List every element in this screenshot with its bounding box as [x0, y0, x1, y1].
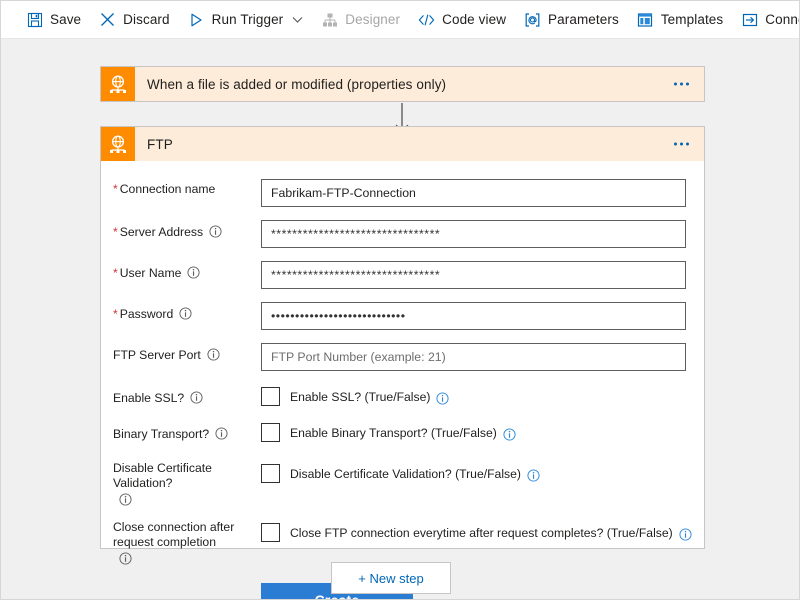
ftp-globe-icon — [101, 67, 135, 101]
new-step-label: + New step — [358, 571, 423, 586]
form-row-enable-ssl: Enable SSL? — [101, 386, 704, 406]
parameters-at-icon — [524, 11, 541, 28]
form-row-ftp-server-port: FTP Server Port — [101, 343, 704, 371]
toolbar-parameters-button[interactable]: Parameters — [515, 2, 628, 38]
toolbar-connectors-label: Connectors — [765, 12, 800, 27]
designer-sitemap-icon — [321, 11, 338, 28]
close-connection-checkbox-label: Close FTP connection everytime after req… — [290, 526, 692, 540]
user-name-input[interactable] — [261, 261, 686, 289]
ftp-card-header[interactable]: FTP — [101, 127, 704, 161]
binary-transport-checkbox-label: Enable Binary Transport? (True/False) — [290, 426, 516, 440]
toolbar-run-trigger-button[interactable]: Run Trigger — [179, 2, 313, 38]
required-asterisk: * — [113, 307, 118, 322]
toolbar-discard-label: Discard — [123, 12, 169, 27]
enable-ssl-checkbox-label: Enable SSL? (True/False) — [290, 390, 449, 404]
ftp-globe-icon — [101, 127, 135, 161]
toolbar-templates-button[interactable]: Templates — [628, 2, 732, 38]
form-row-connection-name: * Connection name — [101, 179, 704, 207]
run-trigger-play-icon — [188, 11, 205, 28]
toolbar-parameters-label: Parameters — [548, 12, 619, 27]
connection-name-input[interactable] — [261, 179, 686, 207]
label-ftp-server-port: FTP Server Port — [113, 343, 261, 363]
trigger-card-ellipsis-icon[interactable] — [671, 77, 692, 92]
logic-app-designer-window: Save Discard Run Trigger — [0, 0, 800, 600]
toolbar-connectors-button[interactable]: Connectors — [732, 2, 800, 38]
label-enable-ssl: Enable SSL? — [113, 386, 261, 406]
code-view-icon — [418, 11, 435, 28]
info-icon[interactable] — [119, 493, 132, 506]
connectors-arrow-icon — [741, 11, 758, 28]
form-row-user-name: * User Name — [101, 261, 704, 289]
toolbar-designer-label: Designer — [345, 12, 400, 27]
trigger-card-header[interactable]: When a file is added or modified (proper… — [101, 67, 704, 101]
label-binary-transport: Binary Transport? — [113, 422, 261, 442]
label-password: * Password — [113, 302, 261, 322]
trigger-card-title: When a file is added or modified (proper… — [147, 77, 446, 92]
toolbar-code-view-button[interactable]: Code view — [409, 2, 515, 38]
required-asterisk: * — [113, 182, 118, 197]
enable-ssl-checkbox[interactable] — [261, 387, 280, 406]
info-icon[interactable] — [119, 552, 132, 565]
ftp-connection-form: * Connection name * Server Address — [101, 179, 704, 600]
toolbar-run-trigger-label: Run Trigger — [212, 12, 284, 27]
required-asterisk: * — [113, 266, 118, 281]
info-icon[interactable] — [503, 428, 516, 441]
info-icon[interactable] — [187, 266, 200, 279]
form-row-server-address: * Server Address — [101, 220, 704, 248]
form-row-password: * Password — [101, 302, 704, 330]
ftp-card-title: FTP — [147, 137, 173, 152]
ftp-server-port-input[interactable] — [261, 343, 686, 371]
close-connection-checkbox[interactable] — [261, 523, 280, 542]
ftp-card-ellipsis-icon[interactable] — [671, 137, 692, 152]
info-icon[interactable] — [190, 391, 203, 404]
toolbar-save-label: Save — [50, 12, 81, 27]
trigger-card[interactable]: When a file is added or modified (proper… — [100, 66, 705, 102]
label-user-name: * User Name — [113, 261, 261, 281]
checkbox-row-close-connection: Close FTP connection everytime after req… — [261, 517, 692, 542]
chevron-down-icon[interactable] — [291, 14, 303, 26]
info-icon[interactable] — [179, 307, 192, 320]
new-step-button[interactable]: + New step — [331, 562, 451, 594]
label-connection-name: * Connection name — [113, 179, 261, 197]
form-row-close-connection: Close connection after request completio… — [101, 517, 704, 563]
disable-cert-validation-checkbox[interactable] — [261, 464, 280, 483]
info-icon[interactable] — [209, 225, 222, 238]
templates-layout-icon — [637, 11, 654, 28]
label-close-connection: Close connection after request completio… — [113, 517, 261, 563]
checkbox-row-enable-ssl: Enable SSL? (True/False) — [261, 386, 686, 406]
command-toolbar: Save Discard Run Trigger — [1, 1, 800, 39]
info-icon[interactable] — [215, 427, 228, 440]
toolbar-templates-label: Templates — [661, 12, 723, 27]
checkbox-row-binary-transport: Enable Binary Transport? (True/False) — [261, 422, 686, 442]
info-icon[interactable] — [527, 469, 540, 482]
discard-x-icon — [99, 11, 116, 28]
label-disable-cert-validation: Disable Certificate Validation? — [113, 458, 261, 504]
toolbar-designer-button[interactable]: Designer — [312, 2, 409, 38]
info-icon[interactable] — [679, 528, 692, 541]
checkbox-row-disable-cert-validation: Disable Certificate Validation? (True/Fa… — [261, 458, 686, 483]
info-icon[interactable] — [436, 392, 449, 405]
password-input[interactable] — [261, 302, 686, 330]
label-server-address: * Server Address — [113, 220, 261, 240]
save-icon — [26, 11, 43, 28]
server-address-input[interactable] — [261, 220, 686, 248]
toolbar-code-view-label: Code view — [442, 12, 506, 27]
info-icon[interactable] — [207, 348, 220, 361]
ftp-action-card: FTP * Connection name — [100, 126, 705, 549]
form-row-disable-cert-validation: Disable Certificate Validation? — [101, 458, 704, 504]
toolbar-save-button[interactable]: Save — [17, 2, 90, 38]
designer-canvas: When a file is added or modified (proper… — [1, 39, 800, 600]
form-row-binary-transport: Binary Transport? — [101, 422, 704, 442]
required-asterisk: * — [113, 225, 118, 240]
binary-transport-checkbox[interactable] — [261, 423, 280, 442]
disable-cert-validation-checkbox-label: Disable Certificate Validation? (True/Fa… — [290, 467, 540, 481]
toolbar-discard-button[interactable]: Discard — [90, 2, 178, 38]
